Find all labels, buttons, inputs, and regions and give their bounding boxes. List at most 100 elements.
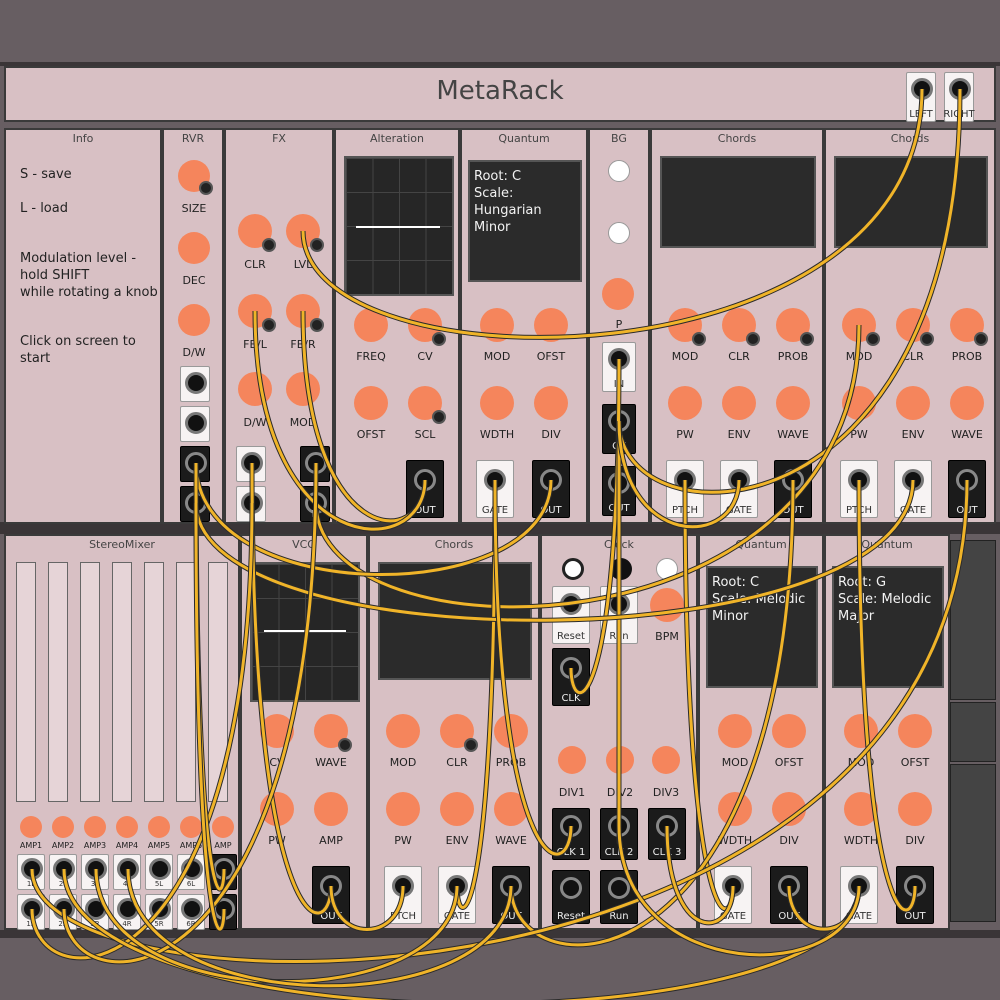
output-left-jack[interactable]: LEFT xyxy=(906,72,936,122)
chords1-clr-knob[interactable] xyxy=(722,308,760,346)
chords3-out-jack[interactable]: OUT xyxy=(492,866,530,924)
mixer-right-jack-7[interactable] xyxy=(209,894,237,930)
chords2-ptch-jack[interactable]: PTCH xyxy=(840,460,878,518)
alteration-out-jack[interactable]: OUT xyxy=(406,460,444,518)
mixer-right-jack-6[interactable]: 6R xyxy=(177,894,205,930)
quantum3-ofst-knob[interactable] xyxy=(898,714,932,748)
clock-div3-knob[interactable] xyxy=(652,746,680,774)
rvr-in-jack-1[interactable] xyxy=(180,366,210,402)
bg-cv-jack[interactable]: CV xyxy=(602,404,636,454)
vco-wave-knob[interactable] xyxy=(314,714,352,752)
chords1-prob-knob[interactable] xyxy=(776,308,814,346)
fx-fbl-knob[interactable] xyxy=(238,294,276,332)
chords1-ptch-jack[interactable]: PTCH xyxy=(666,460,704,518)
clock-run-out-jack[interactable]: Run xyxy=(600,870,638,924)
quantum1-wdth-knob[interactable] xyxy=(480,386,514,420)
rvr-size-knob[interactable] xyxy=(178,160,213,195)
alteration-cv-knob[interactable] xyxy=(408,308,446,346)
quantum2-wdth-knob[interactable] xyxy=(718,792,752,826)
chords3-clr-knob[interactable] xyxy=(440,714,478,752)
mixer-amp2-knob[interactable] xyxy=(52,816,74,838)
fx-in-jack-r[interactable] xyxy=(236,486,266,522)
chords2-clr-knob[interactable] xyxy=(896,308,934,346)
chords2-out-jack[interactable]: OUT xyxy=(948,460,986,518)
fx-dw-knob[interactable] xyxy=(238,372,272,406)
chords2-prob-knob[interactable] xyxy=(950,308,988,346)
vco-cv-knob[interactable] xyxy=(260,714,294,748)
chords3-env-knob[interactable] xyxy=(440,792,474,826)
quantum3-div-knob[interactable] xyxy=(898,792,932,826)
chords2-mod-knob[interactable] xyxy=(842,308,880,346)
mixer-amp4-knob[interactable] xyxy=(116,816,138,838)
quantum2-gate-jack[interactable]: GATE xyxy=(714,866,752,924)
mixer-amp5-knob[interactable] xyxy=(148,816,170,838)
mixer-amp3-knob[interactable] xyxy=(84,816,106,838)
fx-fbr-knob[interactable] xyxy=(286,294,324,332)
vco-out-jack[interactable]: OUT xyxy=(312,866,350,924)
clock-div2-knob[interactable] xyxy=(606,746,634,774)
info-start-line[interactable]: Click on screen to start xyxy=(20,333,160,367)
chords1-out-jack[interactable]: OUT xyxy=(774,460,812,518)
chords3-wave-knob[interactable] xyxy=(494,792,528,826)
clock-bpm-knob[interactable] xyxy=(650,588,684,622)
output-right-jack[interactable]: RIGHT xyxy=(943,72,975,122)
quantum1-out-jack[interactable]: OUT xyxy=(532,460,570,518)
fx-out-jack-1[interactable] xyxy=(300,446,330,482)
mixer-left-jack-7[interactable] xyxy=(209,854,237,890)
quantum1-div-knob[interactable] xyxy=(534,386,568,420)
quantum2-mod-knob[interactable] xyxy=(718,714,752,748)
clock-clk-jack[interactable]: CLK xyxy=(552,648,590,706)
rvr-in-jack-2[interactable] xyxy=(180,406,210,442)
quantum2-div-knob[interactable] xyxy=(772,792,806,826)
clock-clk1-jack[interactable]: CLK 1 xyxy=(552,808,590,860)
vco-amp-knob[interactable] xyxy=(314,792,348,826)
mixer-amp6-knob[interactable] xyxy=(180,816,202,838)
chords1-pw-knob[interactable] xyxy=(668,386,702,420)
rvr-out-jack-2[interactable] xyxy=(180,486,210,522)
clock-clk2-jack[interactable]: CLK 2 xyxy=(600,808,638,860)
chords2-gate-jack[interactable]: GATE xyxy=(894,460,932,518)
rvr-dec-knob[interactable] xyxy=(178,232,210,264)
quantum3-gate-jack[interactable]: GATE xyxy=(840,866,878,924)
quantum2-ofst-knob[interactable] xyxy=(772,714,806,748)
quantum1-ofst-knob[interactable] xyxy=(534,308,568,342)
chords3-gate-jack[interactable]: GATE xyxy=(438,866,476,924)
fx-in-jack-l[interactable] xyxy=(236,446,266,482)
quantum3-wdth-knob[interactable] xyxy=(844,792,878,826)
chords1-mod-knob[interactable] xyxy=(668,308,706,346)
chords3-ptch-jack[interactable]: PTCH xyxy=(384,866,422,924)
quantum3-out-jack[interactable]: OUT xyxy=(896,866,934,924)
fx-out-jack-r[interactable]: R xyxy=(300,486,330,522)
chords1-env-knob[interactable] xyxy=(722,386,756,420)
alteration-freq-knob[interactable] xyxy=(354,308,388,342)
vco-pw-knob[interactable] xyxy=(260,792,294,826)
quantum3-mod-knob[interactable] xyxy=(844,714,878,748)
chords3-prob-knob[interactable] xyxy=(494,714,528,748)
bg-p-knob[interactable] xyxy=(602,278,634,310)
chords2-pw-knob[interactable] xyxy=(842,386,876,420)
chords2-wave-knob[interactable] xyxy=(950,386,984,420)
chords2-env-knob[interactable] xyxy=(896,386,930,420)
fx-clr-knob[interactable] xyxy=(238,214,276,252)
bg-in-jack[interactable]: IN xyxy=(602,342,636,392)
rvr-dw-knob[interactable] xyxy=(178,304,210,336)
clock-reset-button[interactable]: Reset xyxy=(552,586,590,644)
chords3-mod-knob[interactable] xyxy=(386,714,420,748)
fx-lvl-knob[interactable] xyxy=(286,214,324,252)
chords1-wave-knob[interactable] xyxy=(776,386,810,420)
rvr-out-jack-1[interactable] xyxy=(180,446,210,482)
mixer-amp7-knob[interactable] xyxy=(212,816,234,838)
mixer-left-jack-6[interactable]: 6L xyxy=(177,854,205,890)
chords3-pw-knob[interactable] xyxy=(386,792,420,826)
clock-div1-knob[interactable] xyxy=(558,746,586,774)
quantum1-mod-knob[interactable] xyxy=(480,308,514,342)
bg-out-jack[interactable]: OUT xyxy=(602,466,636,516)
alteration-ofst-knob[interactable] xyxy=(354,386,388,420)
quantum1-gate-jack[interactable]: GATE xyxy=(476,460,514,518)
fx-mod-knob[interactable] xyxy=(286,372,320,406)
clock-clk3-jack[interactable]: CLK 3 xyxy=(648,808,686,860)
clock-reset-out-jack[interactable]: Reset xyxy=(552,870,590,924)
mixer-amp1-knob[interactable] xyxy=(20,816,42,838)
chords1-gate-jack[interactable]: GATE xyxy=(720,460,758,518)
alteration-scl-knob[interactable] xyxy=(408,386,446,424)
